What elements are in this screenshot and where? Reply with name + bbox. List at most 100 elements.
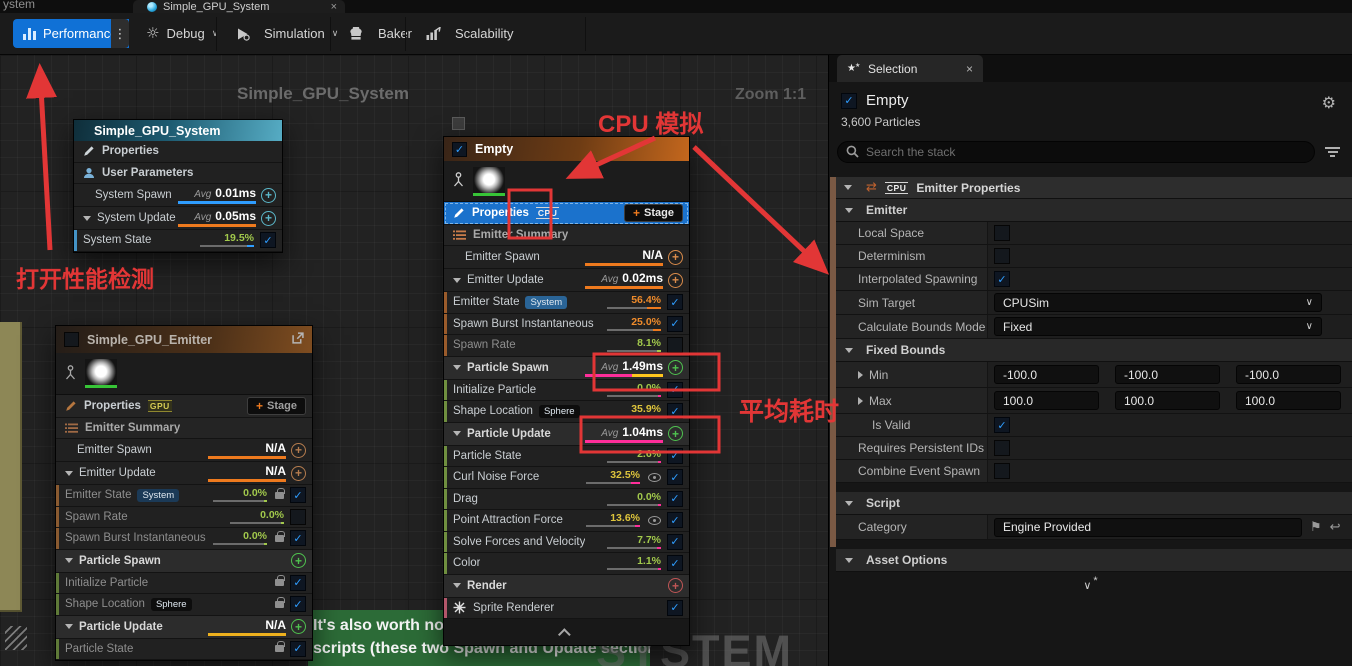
property-row-category[interactable]: CategoryEngine Provided⚑↩ <box>836 515 1352 540</box>
combine-event-spawn-checkbox[interactable] <box>994 463 1010 479</box>
calculate-bounds-mode-dropdown[interactable]: Fixed∨ <box>994 317 1322 336</box>
group-row-emitter-spawn[interactable]: Emitter SpawnN/A+ <box>444 246 689 269</box>
min-field-2[interactable]: -100.0 <box>1236 365 1341 384</box>
add-module-button[interactable]: + <box>668 250 683 265</box>
group-row-emitter-update[interactable]: Emitter UpdateAvg0.02ms+ <box>444 269 689 292</box>
pose-icon[interactable] <box>453 172 464 190</box>
node-anchor-handle[interactable] <box>452 117 465 130</box>
node-simple-gpu-emitter[interactable]: Simple_GPU_Emitter PropertiesGPU+StageEm… <box>55 325 313 661</box>
module-enabled-checkbox[interactable]: ✓ <box>290 530 306 546</box>
module-row-particle-state[interactable]: Particle State2.6%✓ <box>444 446 689 468</box>
scalability-button[interactable]: Scalability <box>418 19 522 48</box>
sim-target-dropdown[interactable]: CPUSim∨ <box>994 293 1322 312</box>
pose-icon[interactable] <box>65 365 76 383</box>
caret-down-icon[interactable] <box>453 583 461 588</box>
properties-row[interactable]: PropertiesGPU+Stage <box>56 395 312 418</box>
module-enabled-checkbox[interactable]: ✓ <box>290 575 306 591</box>
module-enabled-checkbox[interactable]: ✓ <box>260 232 276 248</box>
module-enabled-checkbox[interactable]: ✓ <box>667 512 683 528</box>
module-row-spawn-rate[interactable]: Spawn Rate0.0% <box>56 507 312 529</box>
module-row-particle-state[interactable]: Particle State✓ <box>56 639 312 661</box>
section-row-asset-options[interactable]: Asset Options <box>836 549 1352 572</box>
eye-icon[interactable] <box>648 516 661 525</box>
section-row-script[interactable]: Script <box>836 492 1352 515</box>
caret-down-icon[interactable] <box>845 558 853 563</box>
module-enabled-checkbox[interactable] <box>667 337 683 353</box>
group-row-system-spawn[interactable]: System SpawnAvg0.01ms+ <box>74 184 282 207</box>
collapse-bar[interactable] <box>444 619 689 645</box>
item-row-properties[interactable]: Properties <box>74 141 282 163</box>
flag-icon[interactable]: ⚑ <box>1310 520 1322 535</box>
undo-icon[interactable]: ↩ <box>1330 520 1341 535</box>
emitter-summary-row[interactable]: Emitter Summary <box>56 418 312 439</box>
module-enabled-checkbox[interactable]: ✓ <box>667 555 683 571</box>
properties-row[interactable]: PropertiesCPU+Stage <box>444 202 689 225</box>
tab-selection[interactable]: ★★ Selection × <box>837 55 983 82</box>
module-row-solve-forces-and-velocity[interactable]: Solve Forces and Velocity7.7%✓ <box>444 532 689 554</box>
module-enabled-checkbox[interactable]: ✓ <box>667 294 683 310</box>
node-simple-gpu-system[interactable]: Simple_GPU_System PropertiesUser Paramet… <box>73 119 283 253</box>
is-valid-checkbox[interactable]: ✓ <box>994 417 1010 433</box>
group-row-system-update[interactable]: System UpdateAvg0.05ms+ <box>74 207 282 230</box>
module-row-spawn-burst-instantaneous[interactable]: Spawn Burst Instantaneous0.0%✓ <box>56 528 312 550</box>
section-row-fixed-bounds[interactable]: Fixed Bounds <box>836 339 1352 362</box>
emitter-thumbnail[interactable] <box>85 359 117 388</box>
module-enabled-checkbox[interactable]: ✓ <box>667 403 683 419</box>
group-row-render[interactable]: Render+ <box>444 575 689 598</box>
property-row-determinism[interactable]: Determinism <box>836 245 1352 268</box>
module-row-initialize-particle[interactable]: Initialize Particle✓ <box>56 573 312 595</box>
caret-down-icon[interactable] <box>453 278 461 283</box>
property-row-max[interactable]: Max100.0100.0100.0 <box>836 388 1352 414</box>
eye-icon[interactable] <box>648 473 661 482</box>
emitter-summary-row[interactable]: Emitter Summary <box>444 225 689 246</box>
group-row-emitter-spawn[interactable]: Emitter SpawnN/A+ <box>56 439 312 462</box>
caret-down-icon[interactable] <box>65 624 73 629</box>
emitter-enabled-checkbox[interactable] <box>64 332 79 347</box>
emitter-thumbnail[interactable] <box>473 167 505 196</box>
max-field-2[interactable]: 100.0 <box>1236 391 1341 410</box>
module-row-point-attraction-force[interactable]: Point Attraction Force13.6%✓ <box>444 510 689 532</box>
property-row-requires-persistent-ids[interactable]: Requires Persistent IDs <box>836 437 1352 460</box>
simulation-button[interactable]: Simulation ∨ <box>228 19 346 48</box>
caret-down-icon[interactable] <box>845 501 853 506</box>
category-field[interactable]: Engine Provided <box>994 518 1302 537</box>
add-module-button[interactable]: + <box>668 578 683 593</box>
module-row-shape-location[interactable]: Shape LocationSphere✓ <box>56 594 312 616</box>
module-row-initialize-particle[interactable]: Initialize Particle0.0%✓ <box>444 380 689 402</box>
add-module-button[interactable]: + <box>291 466 306 481</box>
module-enabled-checkbox[interactable]: ✓ <box>667 534 683 550</box>
caret-down-icon[interactable] <box>65 471 73 476</box>
module-enabled-checkbox[interactable]: ✓ <box>667 382 683 398</box>
group-row-particle-update[interactable]: Particle UpdateN/A+ <box>56 616 312 639</box>
emitter-enabled-checkbox[interactable]: ✓ <box>452 142 467 157</box>
add-module-button[interactable]: + <box>261 188 276 203</box>
module-enabled-checkbox[interactable]: ✓ <box>667 448 683 464</box>
module-row-shape-location[interactable]: Shape LocationSphere35.9%✓ <box>444 401 689 423</box>
add-module-button[interactable]: + <box>668 273 683 288</box>
add-stage-button[interactable]: +Stage <box>624 204 683 222</box>
asset-tab[interactable]: Simple_GPU_System × <box>133 0 345 13</box>
gear-icon[interactable]: ⚙ <box>1322 93 1336 112</box>
node-empty-emitter[interactable]: ✓ Empty PropertiesCPU+StageEmitter Summa… <box>443 136 690 646</box>
caret-right-icon[interactable] <box>858 397 863 405</box>
interpolated-spawning-checkbox[interactable]: ✓ <box>994 271 1010 287</box>
module-row-emitter-state[interactable]: Emitter StateSystem0.0%✓ <box>56 485 312 507</box>
emitter-properties-header[interactable]: ⇄ CPU Emitter Properties <box>836 177 1352 199</box>
max-field-0[interactable]: 100.0 <box>994 391 1099 410</box>
module-row-spawn-rate[interactable]: Spawn Rate8.1% <box>444 335 689 357</box>
property-row-local-space[interactable]: Local Space <box>836 222 1352 245</box>
caret-down-icon[interactable] <box>65 558 73 563</box>
search-input[interactable] <box>837 141 1315 163</box>
requires-persistent-ids-checkbox[interactable] <box>994 440 1010 456</box>
module-enabled-checkbox[interactable]: ✓ <box>667 600 683 616</box>
caret-down-icon[interactable] <box>845 348 853 353</box>
node-header[interactable]: Simple_GPU_Emitter <box>56 326 312 353</box>
debug-button[interactable]: ☼ Debug ∨ <box>138 19 226 48</box>
module-row-emitter-state[interactable]: Emitter StateSystem56.4%✓ <box>444 292 689 314</box>
local-space-checkbox[interactable] <box>994 225 1010 241</box>
open-asset-icon[interactable] <box>292 332 304 347</box>
filter-icon[interactable] <box>1325 147 1340 157</box>
caret-down-icon[interactable] <box>453 431 461 436</box>
determinism-checkbox[interactable] <box>994 248 1010 264</box>
module-enabled-checkbox[interactable] <box>290 509 306 525</box>
